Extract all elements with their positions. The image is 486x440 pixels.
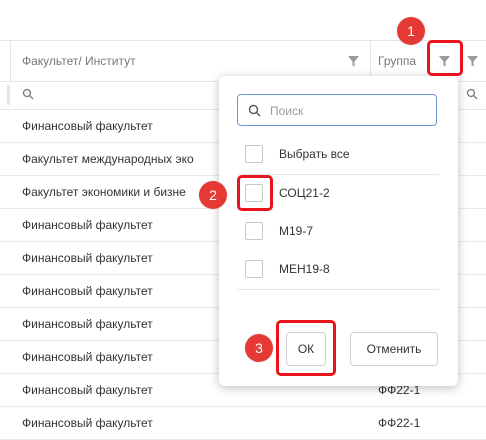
select-all-checkbox[interactable] bbox=[245, 145, 263, 163]
search-icon[interactable] bbox=[466, 87, 478, 100]
option-label: СОЦ21-2 bbox=[279, 186, 330, 200]
filter-icon[interactable] bbox=[347, 55, 360, 68]
filter-option[interactable]: МЕН19-8 bbox=[245, 257, 435, 281]
option-label: М19-7 bbox=[279, 224, 314, 238]
cell-faculty: Финансовый факультет bbox=[22, 284, 153, 298]
filter-search-box[interactable] bbox=[237, 94, 437, 126]
option-label: МЕН19-8 bbox=[279, 262, 330, 276]
cell-faculty: Финансовый факультет bbox=[22, 317, 153, 331]
option-checkbox[interactable] bbox=[245, 222, 263, 240]
select-all-option[interactable]: Выбрать все bbox=[245, 142, 435, 166]
search-icon[interactable] bbox=[22, 87, 34, 100]
step-badge-1: 1 bbox=[397, 17, 425, 45]
filter-option[interactable]: М19-7 bbox=[245, 219, 435, 243]
filter-search-input[interactable] bbox=[268, 99, 432, 123]
option-checkbox[interactable] bbox=[245, 260, 263, 278]
cancel-button[interactable]: Отменить bbox=[350, 332, 438, 366]
column-divider bbox=[370, 41, 371, 81]
highlight-checkbox bbox=[237, 175, 273, 211]
table-row[interactable]: Финансовый факультет ФФ22-1 bbox=[0, 407, 486, 440]
highlight-filter-icon bbox=[427, 40, 463, 76]
step-badge-2: 2 bbox=[199, 181, 227, 209]
column-divider bbox=[10, 41, 11, 81]
step-badge-3: 3 bbox=[245, 334, 273, 362]
filter-option[interactable]: СОЦ21-2 bbox=[245, 181, 435, 205]
next-column-filter-icon[interactable] bbox=[466, 55, 479, 68]
search-icon bbox=[248, 104, 261, 117]
column-header-group[interactable]: Группа bbox=[378, 54, 416, 68]
highlight-ok-button bbox=[276, 320, 336, 376]
column-header-faculty[interactable]: Факультет/ Институт bbox=[22, 54, 136, 68]
cell-faculty: Финансовый факультет bbox=[22, 119, 153, 133]
cell-faculty: Факультет международных эко bbox=[22, 152, 194, 166]
cell-group: ФФ22-1 bbox=[378, 416, 421, 430]
cell-faculty: Факультет экономики и бизне bbox=[22, 185, 186, 199]
cell-faculty: Финансовый факультет bbox=[22, 416, 153, 430]
row-indicator bbox=[7, 85, 10, 105]
cell-faculty: Финансовый факультет bbox=[22, 251, 153, 265]
cell-faculty: Финансовый факультет bbox=[22, 350, 153, 364]
select-all-label: Выбрать все bbox=[279, 147, 350, 161]
cell-faculty: Финансовый факультет bbox=[22, 383, 153, 397]
divider bbox=[237, 289, 439, 290]
cell-faculty: Финансовый факультет bbox=[22, 218, 153, 232]
